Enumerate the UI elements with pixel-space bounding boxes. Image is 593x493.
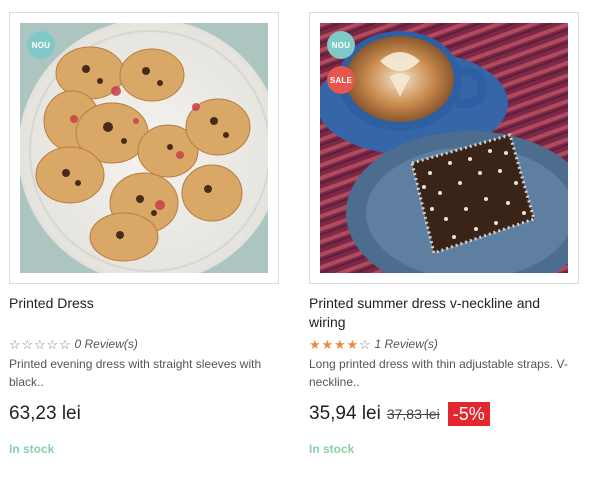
product-title-link[interactable]: Printed Dress [9,294,279,332]
star-empty-icon: ☆ [359,336,371,352]
product-title-link[interactable]: Printed summer dress v-neckline and wiri… [309,294,579,332]
product-description: Long printed dress with thin adjustable … [309,357,568,389]
star-filled-icon: ★ [346,336,359,352]
price-row: 63,23 lei [9,401,279,427]
product-description: Printed evening dress with straight slee… [9,357,262,389]
star-filled-icon: ★ [309,336,321,352]
stock-status: In stock [309,442,355,456]
product-image-cookies [20,23,268,273]
star-filled-icon: ★ [321,336,334,352]
product-image-link[interactable]: NOU [9,12,279,284]
star-empty-icon: ☆ [34,336,46,352]
star-empty-icon: ☆ [46,336,59,352]
star-empty-icon: ☆ [9,336,21,352]
discount-badge: -5% [447,402,490,426]
product-price: 35,94 lei [309,403,381,424]
new-badge: NOU [327,31,355,59]
sale-badge: SALE [327,66,355,94]
product-image-link[interactable]: NOU SALE [309,12,579,284]
star-filled-icon: ★ [334,336,346,352]
old-price: 37,83 lei [386,406,440,422]
star-empty-icon: ☆ [59,336,71,352]
product-image-coffee-cake [320,23,568,273]
rating: ★ ★ ★ ★ ☆ 1 Review(s) [309,336,579,352]
rating: ☆ ☆ ☆ ☆ ☆ 0 Review(s) [9,336,279,352]
product-price: 63,23 lei [9,403,81,424]
reviews-link[interactable]: 1 Review(s) [375,337,438,351]
product-card: NOU SALE Printed summer dress v-neckline… [309,12,579,456]
reviews-link[interactable]: 0 Review(s) [75,337,138,351]
price-row: 35,94 lei 37,83 lei -5% [309,401,579,427]
product-card: NOU Printed Dress ☆ ☆ ☆ ☆ ☆ 0 Review(s) … [9,12,279,456]
stock-status: In stock [9,442,55,456]
star-empty-icon: ☆ [21,336,34,352]
star-rating: ☆ ☆ ☆ ☆ ☆ [9,338,72,351]
star-rating: ★ ★ ★ ★ ☆ [309,338,372,351]
new-badge: NOU [27,31,55,59]
